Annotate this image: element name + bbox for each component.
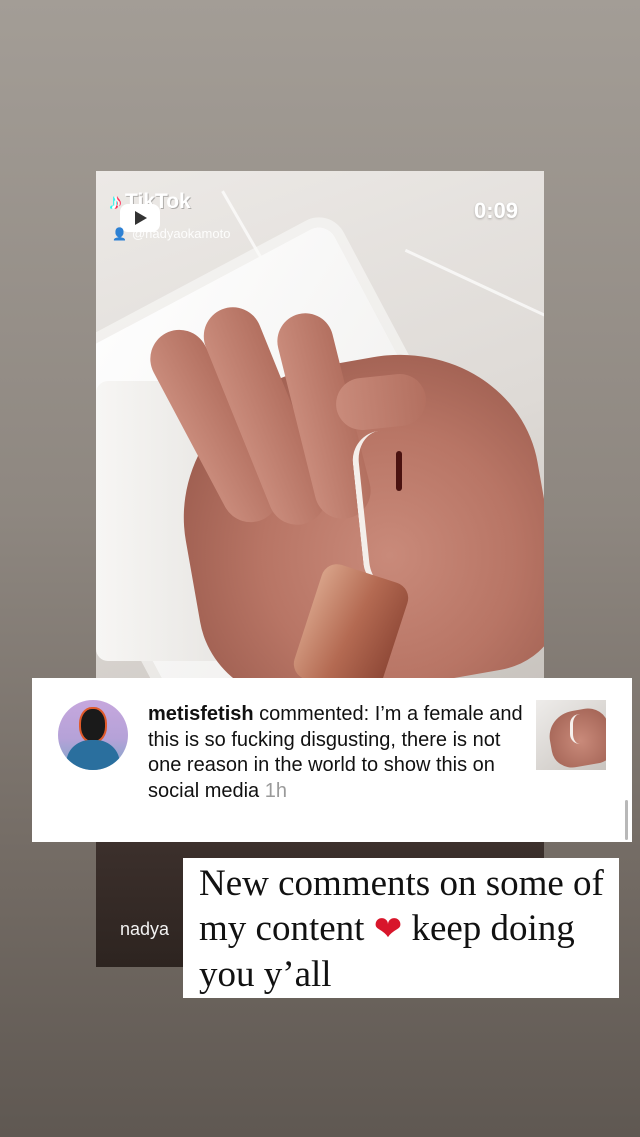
avatar[interactable] [58,700,128,770]
user-icon: 👤 [112,226,127,241]
post-thumbnail[interactable] [536,700,606,770]
comment-time: 1h [264,779,287,802]
stain [396,451,402,491]
tiktok-watermark-username: 👤 @nadyaokamoto [112,226,230,241]
video-frame[interactable]: ♪ TikTok 👤 @nadyaokamoto 0:09 nadya [96,171,544,967]
avatar-head [81,709,105,741]
comment-text: metisfetish commented: I’m a female and … [148,702,526,804]
watermark-username-label: @nadyaokamoto [131,226,231,241]
heart-icon: ❤ [373,911,403,948]
video-timer: 0:09 [473,198,518,223]
comment-action: commented: [259,703,370,725]
comment-username[interactable]: metisfetish [148,703,254,725]
avatar-body [66,740,120,770]
comment-card[interactable]: metisfetish commented: I’m a female and … [32,678,632,842]
story-caption: New comments on some of my content ❤ kee… [183,858,619,998]
thumbnail-string [570,714,581,744]
scrollbar[interactable] [625,800,628,840]
bottom-username: nadya [120,919,170,939]
